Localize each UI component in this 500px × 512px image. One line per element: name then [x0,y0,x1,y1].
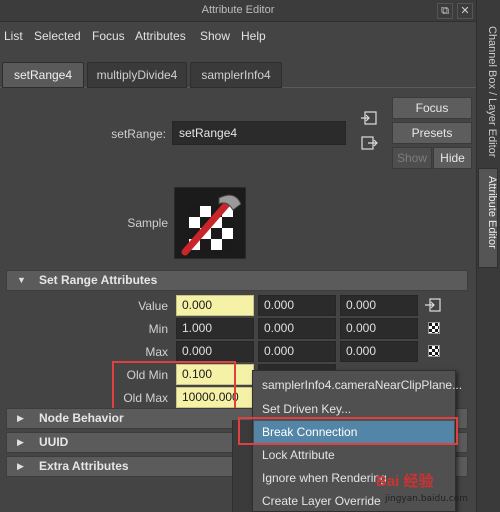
tab-samplerinfo4[interactable]: samplerInfo4 [190,62,282,88]
menu-focus[interactable]: Focus [92,29,125,43]
context-menu-side-strip [232,420,254,512]
section-set-range-attributes[interactable]: ▼ Set Range Attributes [6,270,468,291]
node-tabs: setRange4 multiplyDivide4 samplerInfo4 [0,56,476,88]
show-button[interactable]: Show [392,147,432,169]
min-map-icon[interactable] [428,322,440,334]
max-r-field[interactable]: 0.000 [176,341,254,362]
section-title: Extra Attributes [39,459,129,473]
max-map-icon[interactable] [428,345,440,357]
max-label: Max [145,345,168,359]
menu-show[interactable]: Show [200,29,230,43]
input-connections-icon[interactable] [360,110,378,126]
setrange-node-icon [181,194,242,256]
value-g-field[interactable]: 0.000 [258,295,336,316]
watermark-logo: Bai 经验 [376,473,434,490]
section-title: Node Behavior [39,411,124,425]
expand-arrow-icon: ▶ [17,437,24,447]
tab-setrange4[interactable]: setRange4 [2,62,84,88]
presets-button[interactable]: Presets [392,122,472,144]
sample-label: Sample [127,216,168,230]
output-connections-icon[interactable] [360,135,378,151]
tab-channel-box[interactable]: Channel Box / Layer Editor [478,26,498,176]
value-r-field[interactable]: 0.000 [176,295,254,316]
window-title: Attribute Editor [201,4,275,16]
section-title: UUID [39,435,69,449]
max-g-field[interactable]: 0.000 [258,341,336,362]
menu-attributes[interactable]: Attributes [135,29,186,43]
expand-arrow-icon: ▶ [17,413,24,423]
menu-item-source-connection[interactable]: samplerInfo4.cameraNearClipPlane... [254,374,462,397]
title-bar: Attribute Editor ⧉ ✕ [0,0,476,22]
value-label: Value [138,299,168,313]
old-min-field[interactable]: 0.100 [176,364,254,385]
value-input-connection-icon[interactable] [424,297,442,313]
menu-list[interactable]: List [4,29,23,43]
menu-item-break-connection[interactable]: Break Connection [254,421,454,444]
restore-icon[interactable]: ⧉ [437,3,453,19]
min-label: Min [148,322,168,336]
node-name-field[interactable]: setRange4 [172,121,346,145]
watermark-url: jingyan.baidu.com [385,494,469,504]
old-max-label: Old Max [123,391,168,405]
max-b-field[interactable]: 0.000 [340,341,418,362]
hide-button[interactable]: Hide [433,147,472,169]
menu-bar: List Selected Focus Attributes Show Help [0,22,476,50]
close-icon[interactable]: ✕ [457,3,473,19]
expand-arrow-icon: ▶ [17,461,24,471]
menu-item-set-driven-key[interactable]: Set Driven Key... [254,398,454,421]
sample-swatch[interactable] [174,187,246,259]
old-max-field[interactable]: 10000.000 [176,387,254,408]
node-name-label: setRange: [111,127,166,141]
menu-help[interactable]: Help [241,29,266,43]
min-b-field[interactable]: 0.000 [340,318,418,339]
menu-item-lock-attribute[interactable]: Lock Attribute [254,444,454,467]
collapse-arrow-icon: ▼ [17,275,26,285]
old-min-label: Old Min [126,368,168,382]
min-g-field[interactable]: 0.000 [258,318,336,339]
min-r-field[interactable]: 1.000 [176,318,254,339]
menu-selected[interactable]: Selected [34,29,81,43]
value-b-field[interactable]: 0.000 [340,295,418,316]
focus-button[interactable]: Focus [392,97,472,119]
tab-attribute-editor[interactable]: Attribute Editor [478,176,498,266]
section-title: Set Range Attributes [39,273,158,287]
tab-multiplydivide4[interactable]: multiplyDivide4 [87,62,187,88]
